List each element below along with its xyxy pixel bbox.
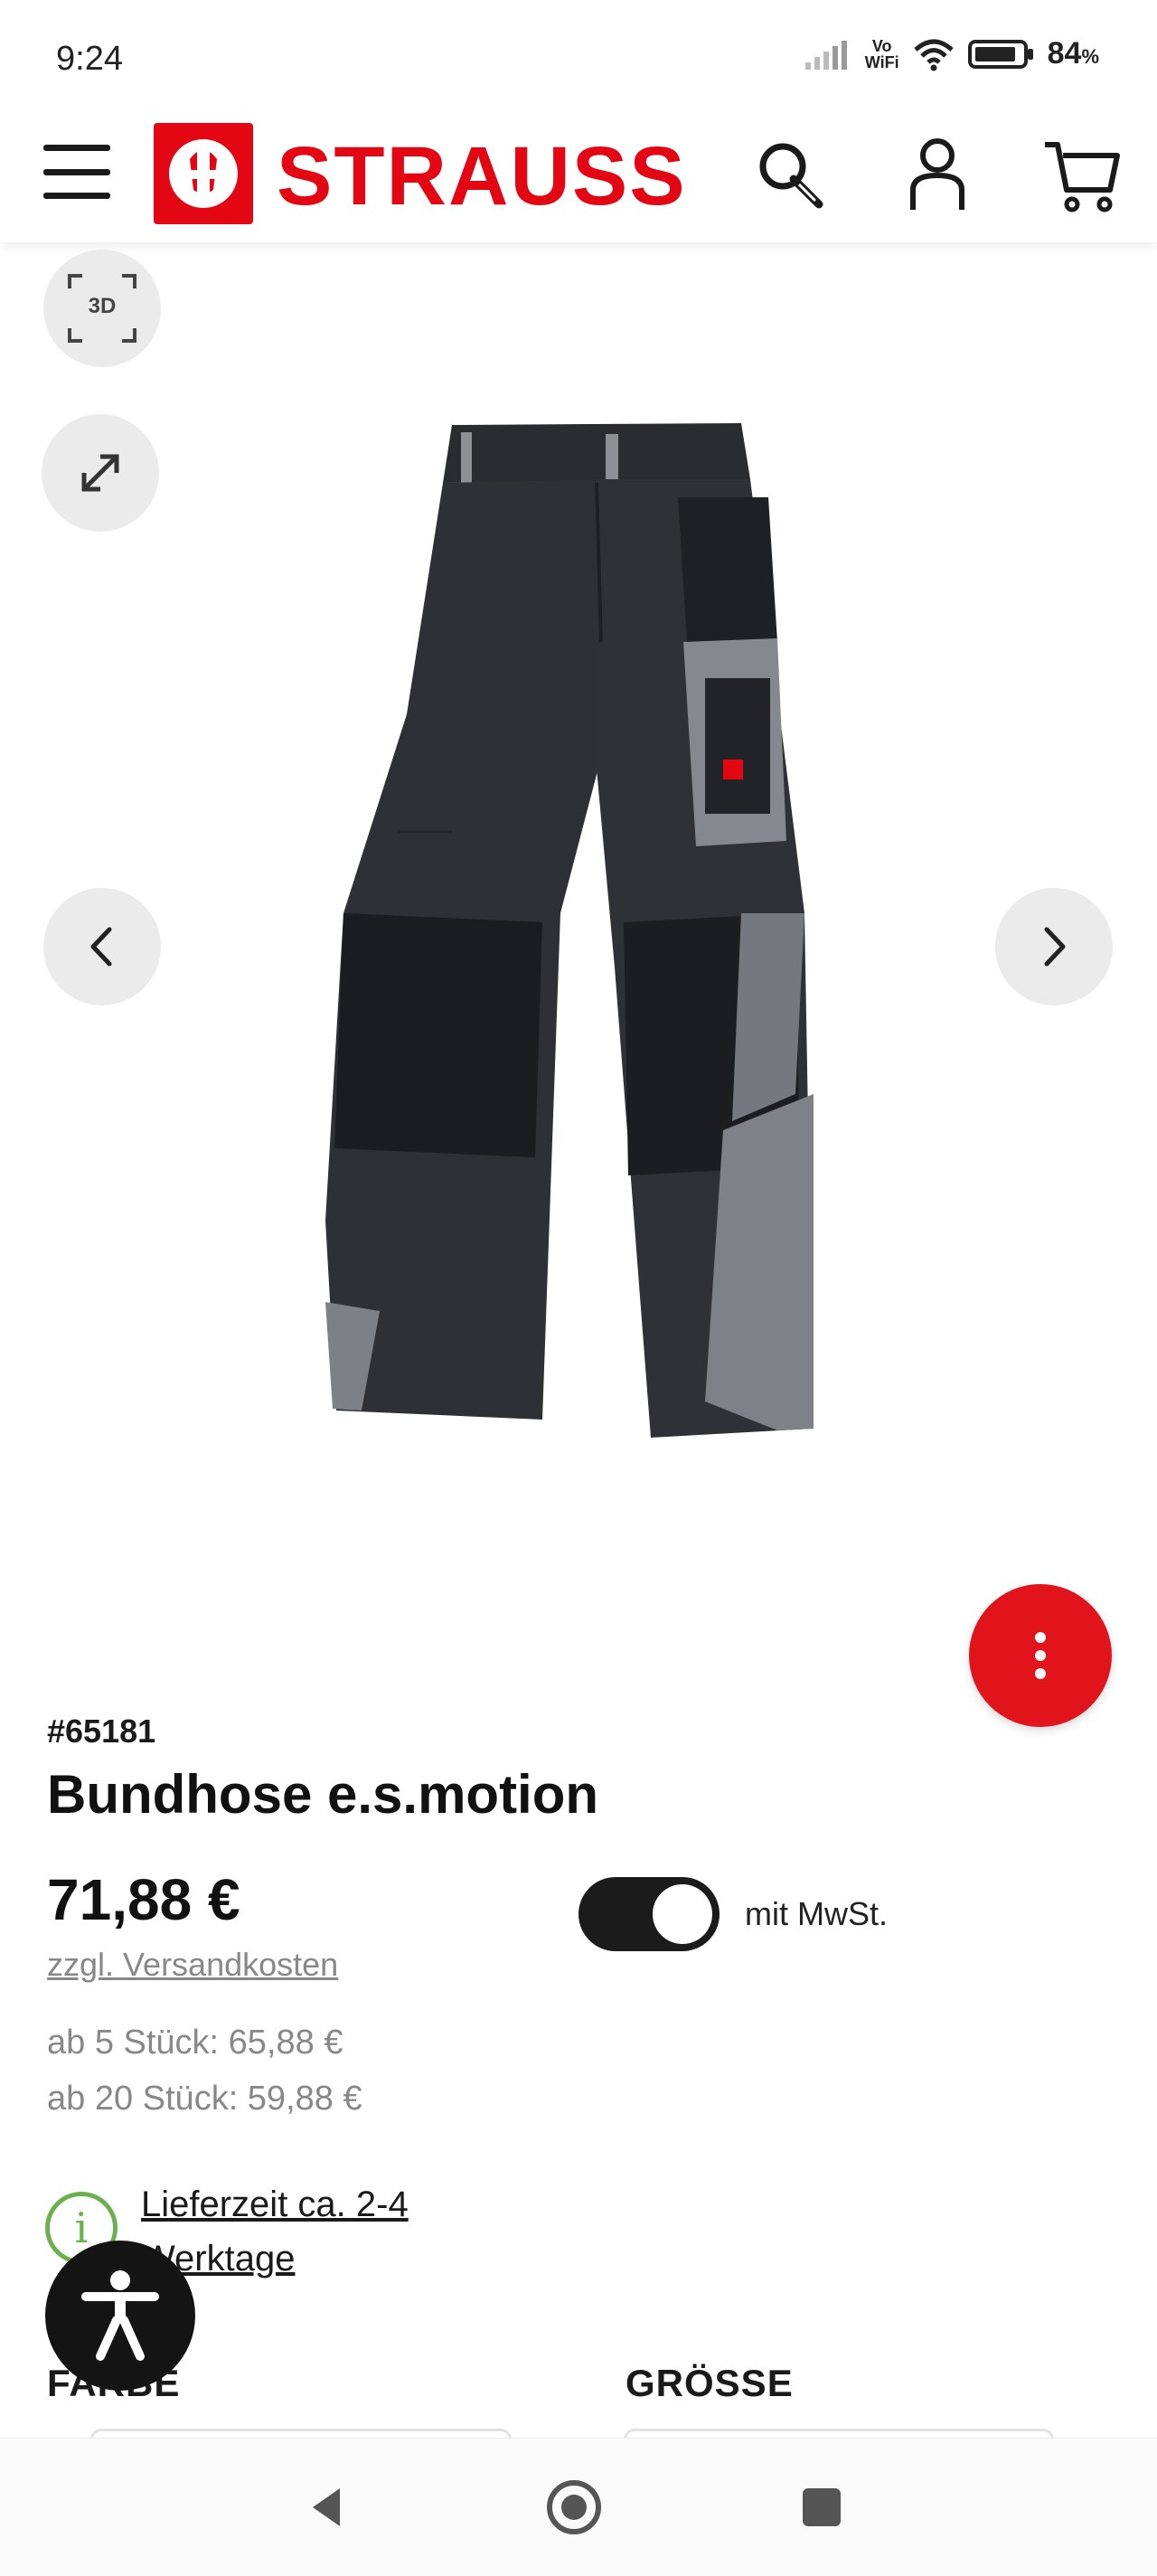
product-image[interactable] — [325, 407, 832, 1456]
status-time: 9:24 — [56, 40, 123, 78]
toggle-knob — [653, 1884, 712, 1944]
battery-percent: 84 — [1047, 36, 1082, 71]
battery-unit: % — [1081, 45, 1099, 68]
3d-label: 3D — [88, 294, 117, 318]
vat-toggle[interactable] — [578, 1877, 720, 1951]
view-3d-button[interactable]: 3D — [43, 250, 161, 367]
expand-icon — [81, 454, 119, 492]
nav-recents-button[interactable] — [781, 2467, 862, 2548]
price-tier-5: ab 5 Stück: 65,88 € — [47, 2024, 343, 2062]
3d-icon: 3D — [66, 272, 138, 344]
shipping-costs-link[interactable]: zzgl. Versandkosten — [47, 1946, 338, 1984]
fullscreen-button[interactable] — [42, 414, 159, 532]
battery-icon — [967, 39, 1033, 69]
nav-home-button[interactable] — [533, 2467, 615, 2548]
home-icon — [547, 2480, 601, 2534]
accessibility-icon — [81, 2270, 159, 2361]
chevron-right-icon — [1044, 927, 1066, 967]
recents-icon — [803, 2488, 841, 2526]
accessibility-button[interactable] — [45, 2241, 195, 2391]
product-title: Bundhose e.s.motion — [47, 1764, 599, 1825]
more-vertical-icon — [1035, 1632, 1046, 1679]
back-icon — [313, 2488, 340, 2526]
previous-image-button[interactable] — [43, 888, 161, 1005]
signal-icon — [804, 40, 847, 70]
nav-back-button[interactable] — [286, 2467, 367, 2548]
price: 71,88 € — [47, 1867, 240, 1932]
logo-mark[interactable] — [154, 123, 253, 224]
search-icon[interactable] — [750, 134, 832, 215]
more-options-button[interactable] — [969, 1584, 1112, 1727]
size-label: GRÖSSE — [626, 2362, 794, 2404]
delivery-time-link[interactable]: Lieferzeit ca. 2-4 Werktage — [141, 2177, 503, 2286]
vat-toggle-label: mit MwSt. — [745, 1895, 888, 1932]
battery-level: 84% — [1048, 36, 1099, 71]
article-number: #65181 — [47, 1713, 156, 1750]
next-image-button[interactable] — [995, 888, 1113, 1005]
menu-icon[interactable] — [43, 145, 110, 199]
brand-logo-text[interactable]: STRAUSS — [277, 127, 687, 226]
chevron-left-icon — [90, 927, 112, 967]
vowifi-indicator: Vo WiFi — [865, 38, 899, 71]
price-tier-20: ab 20 Stück: 59,88 € — [47, 2080, 362, 2118]
vowifi-top: Vo — [871, 36, 892, 55]
wifi-icon — [913, 39, 954, 71]
account-icon[interactable] — [897, 134, 978, 215]
status-icons: Vo WiFi 84% — [804, 36, 1099, 71]
vowifi-bottom: WiFi — [864, 52, 899, 71]
cart-icon[interactable] — [1041, 134, 1123, 215]
